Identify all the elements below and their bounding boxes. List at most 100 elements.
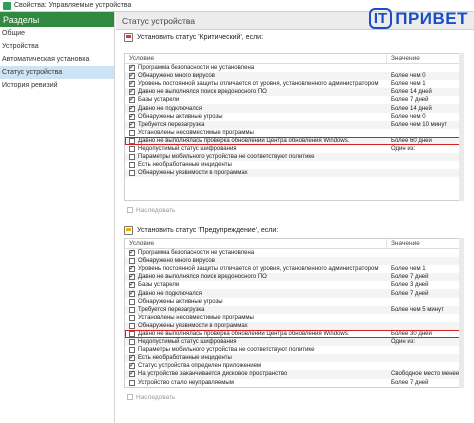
sidebar-item[interactable]: Устройства [0, 40, 114, 53]
condition-checkbox[interactable] [129, 330, 135, 337]
warning-condition-row[interactable]: Программа безопасности не установлена [125, 248, 463, 257]
condition-cell: Требуется перезагрузка [125, 306, 387, 314]
condition-checkbox[interactable] [129, 87, 135, 96]
condition-checkbox[interactable] [129, 162, 135, 169]
condition-checkbox[interactable] [129, 112, 135, 120]
condition-checkbox[interactable] [129, 264, 135, 273]
critical-condition-row[interactable]: Давно не выполнялся поиск вредоносного П… [125, 87, 463, 97]
condition-cell: Обнаружены активные угрозы [125, 112, 387, 121]
warning-inherit-checkbox[interactable] [127, 394, 133, 400]
warning-condition-row[interactable]: Недопустимый статус шифрования Один из: [125, 338, 463, 347]
condition-cell: Обнаружены активные угрозы [125, 298, 387, 306]
condition-label: Статус устройства определен приложением [138, 363, 262, 370]
critical-condition-row[interactable]: Параметры мобильного устройства не соотв… [125, 153, 463, 162]
condition-cell: Давно не подключался [125, 289, 387, 297]
critical-inherit[interactable]: Наследовать [127, 205, 175, 215]
condition-checkbox[interactable] [129, 79, 135, 88]
condition-checkbox[interactable] [129, 314, 135, 321]
condition-cell: Обнаружено много вирусов [125, 71, 387, 80]
condition-label: Недопустимый статус шифрования [138, 339, 237, 346]
warning-section-title: Установить статус 'Предупреждение', если… [124, 224, 278, 236]
sidebar-item[interactable]: Статус устройства [0, 66, 114, 79]
condition-checkbox[interactable] [129, 280, 135, 289]
warning-condition-row[interactable]: Уровень постоянной защиты отличается от … [125, 264, 463, 273]
condition-checkbox[interactable] [129, 322, 135, 329]
warning-scrollbar[interactable] [459, 238, 464, 388]
warning-condition-row[interactable]: Требуется перезагрузка Более чем 5 минут [125, 305, 463, 314]
condition-value: Более 7 дней [391, 97, 429, 104]
warning-condition-row[interactable]: Устройство стало неуправляемым Более 7 дн… [125, 379, 463, 387]
condition-checkbox[interactable] [129, 95, 135, 104]
condition-cell: Недопустимый статус шифрования [125, 145, 387, 153]
condition-checkbox[interactable] [129, 104, 135, 112]
warning-condition-row[interactable]: Обнаружены уязвимости в программах [125, 321, 463, 330]
sidebar-header: Разделы [0, 12, 114, 27]
critical-condition-row[interactable]: Давно не выполнялась проверка обновлений… [125, 136, 463, 145]
critical-condition-row[interactable]: Недопустимый статус шифрования Один из: [125, 145, 463, 153]
critical-condition-row[interactable]: Давно не подключался Более 14 дней [125, 104, 463, 113]
warning-condition-row[interactable]: Параметры мобильного устройства не соотв… [125, 346, 463, 354]
critical-col-value: Значение [391, 55, 420, 62]
warning-condition-row[interactable]: Статус устройства определен приложением [125, 361, 463, 370]
condition-value [387, 322, 463, 330]
warning-condition-row[interactable]: Установлены несовместимые программы [125, 314, 463, 322]
critical-conditions-table: Условие Значение Программа безопасности … [124, 53, 464, 201]
condition-checkbox[interactable] [129, 120, 135, 128]
condition-checkbox[interactable] [129, 145, 135, 152]
warning-condition-row[interactable]: Обнаружено много вирусов [125, 257, 463, 266]
condition-value [387, 153, 463, 161]
condition-checkbox[interactable] [129, 289, 135, 297]
critical-condition-row[interactable]: Есть необработанные инциденты [125, 161, 463, 169]
condition-cell: Обнаружено много вирусов [125, 257, 387, 265]
condition-checkbox[interactable] [129, 272, 135, 281]
warning-condition-row[interactable]: На устройстве заканчивается дисковое про… [125, 369, 463, 379]
condition-checkbox[interactable] [129, 306, 135, 313]
sidebar: Разделы Общие Устройства Автоматическая ус… [0, 12, 115, 423]
condition-checkbox[interactable] [129, 71, 135, 80]
critical-condition-row[interactable]: Уровень постоянной защиты отличается от … [125, 79, 463, 88]
condition-checkbox[interactable] [129, 379, 135, 386]
condition-cell: Требуется перезагрузка [125, 120, 387, 129]
condition-checkbox[interactable] [129, 137, 135, 144]
warning-condition-row[interactable]: Давно не подключался Более 7 дней [125, 289, 463, 298]
condition-cell: Установлены несовместимые программы [125, 129, 387, 137]
critical-condition-row[interactable]: Базы устарели Более 7 дней [125, 95, 463, 104]
condition-value: Один из: [391, 145, 416, 152]
sidebar-item[interactable]: Общие [0, 27, 114, 40]
condition-value [387, 129, 463, 137]
condition-checkbox[interactable] [129, 339, 135, 346]
condition-checkbox[interactable] [129, 353, 135, 362]
condition-checkbox[interactable] [129, 129, 135, 136]
critical-inherit-checkbox[interactable] [127, 207, 133, 213]
critical-condition-row[interactable]: Обнаружено много вирусов Более чем 0 [125, 71, 463, 81]
condition-checkbox[interactable] [129, 361, 135, 370]
warning-condition-row[interactable]: Есть необработанные инциденты [125, 353, 463, 363]
condition-label: Недопустимый статус шифрования [138, 145, 237, 152]
condition-checkbox[interactable] [129, 258, 135, 265]
condition-value: Более 7 дней [391, 274, 429, 281]
condition-checkbox[interactable] [129, 298, 135, 305]
critical-condition-row[interactable]: Обнаружены уязвимости в программах [125, 169, 463, 178]
condition-cell: Недопустимый статус шифрования [125, 338, 387, 346]
warning-condition-row[interactable]: Давно не выполнялась проверка обновлений… [125, 329, 463, 339]
warning-inherit[interactable]: Наследовать [127, 392, 175, 402]
critical-condition-row[interactable]: Программа безопасности не установлена [125, 63, 463, 72]
critical-scrollbar[interactable] [459, 53, 464, 201]
condition-checkbox[interactable] [129, 369, 135, 378]
logo-badge: IT [368, 8, 393, 29]
condition-checkbox[interactable] [129, 347, 135, 354]
condition-checkbox[interactable] [129, 154, 135, 161]
condition-checkbox[interactable] [129, 170, 135, 177]
critical-condition-row[interactable]: Установлены несовместимые программы [125, 129, 463, 137]
warning-condition-row[interactable]: Базы устарели Более 3 дней [125, 280, 463, 289]
sidebar-item[interactable]: История ревизий [0, 79, 114, 92]
condition-checkbox[interactable] [129, 63, 135, 72]
condition-checkbox[interactable] [129, 248, 135, 257]
warning-condition-row[interactable]: Давно не выполнялся поиск вредоносного П… [125, 272, 463, 282]
sidebar-item[interactable]: Автоматическая установка [0, 53, 114, 66]
warning-condition-row[interactable]: Обнаружены активные угрозы [125, 298, 463, 306]
critical-condition-row[interactable]: Обнаружены активные угрозы Более чем 0 [125, 112, 463, 121]
critical-condition-row[interactable]: Требуется перезагрузка Более чем 10 минут [125, 120, 463, 129]
condition-cell: Есть необработанные инциденты [125, 161, 387, 169]
condition-cell: Уровень постоянной защиты отличается от … [125, 264, 387, 273]
